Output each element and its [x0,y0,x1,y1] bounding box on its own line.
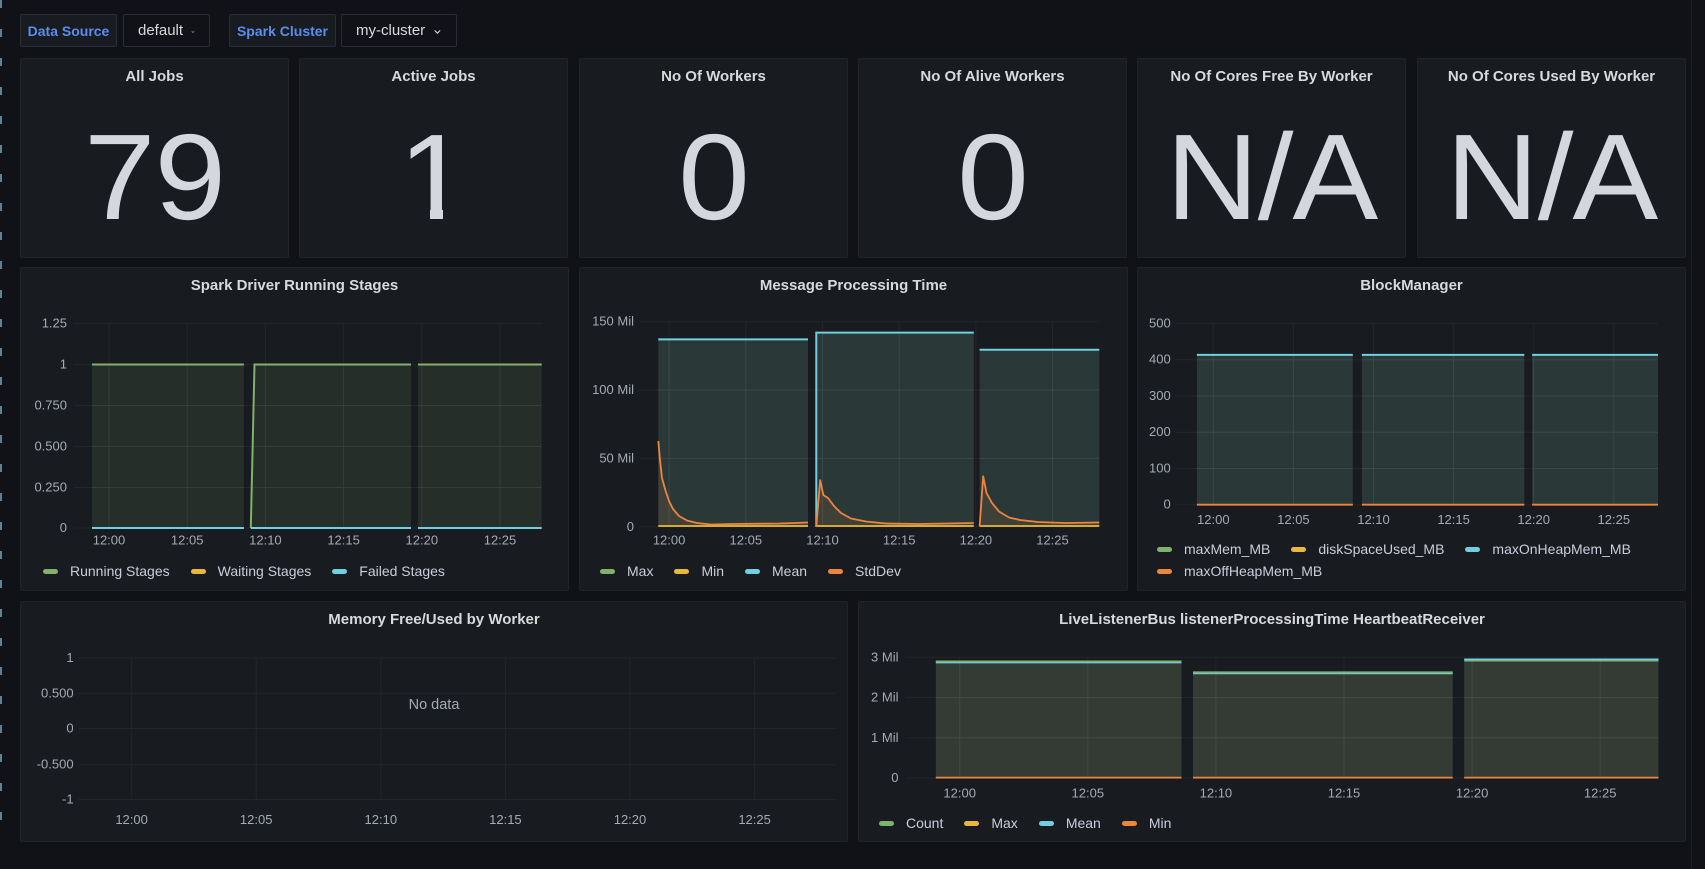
svg-text:12:10: 12:10 [1357,512,1390,527]
svg-text:12:10: 12:10 [365,812,398,827]
svg-text:12:00: 12:00 [653,533,686,548]
svg-text:500: 500 [1149,315,1171,330]
svg-text:12:00: 12:00 [93,533,126,548]
svg-text:12:05: 12:05 [730,533,763,548]
svg-text:0: 0 [1163,497,1170,512]
svg-text:No data: No data [409,697,461,713]
svg-text:0: 0 [60,520,67,535]
svg-text:12:05: 12:05 [1277,512,1310,527]
svg-text:1.25: 1.25 [42,316,67,331]
svg-text:12:15: 12:15 [1437,512,1470,527]
svg-text:200: 200 [1149,424,1171,439]
svg-text:100: 100 [1149,461,1171,476]
svg-text:12:15: 12:15 [883,533,916,548]
svg-text:0.250: 0.250 [34,480,67,495]
svg-text:-0.500: -0.500 [37,757,74,772]
svg-text:1: 1 [60,357,67,372]
svg-text:50 Mil: 50 Mil [599,450,634,465]
svg-text:12:25: 12:25 [484,533,517,548]
svg-text:12:20: 12:20 [1456,785,1489,800]
svg-text:12:15: 12:15 [1328,785,1361,800]
svg-text:0: 0 [627,519,634,534]
svg-text:12:00: 12:00 [1197,512,1230,527]
svg-text:0.500: 0.500 [41,685,74,700]
svg-text:12:20: 12:20 [406,533,439,548]
svg-text:12:10: 12:10 [1200,785,1233,800]
svg-text:-1: -1 [62,792,74,807]
svg-text:12:20: 12:20 [960,533,993,548]
svg-text:2 Mil: 2 Mil [871,690,899,705]
svg-text:12:05: 12:05 [171,533,204,548]
svg-text:12:25: 12:25 [1584,785,1617,800]
svg-text:12:10: 12:10 [806,533,839,548]
svg-text:12:25: 12:25 [1036,533,1069,548]
svg-text:1: 1 [66,650,73,665]
svg-text:12:00: 12:00 [943,785,976,800]
svg-text:12:15: 12:15 [327,533,360,548]
svg-text:12:00: 12:00 [115,812,148,827]
svg-text:0: 0 [66,721,73,736]
svg-text:0: 0 [891,770,898,785]
svg-text:12:05: 12:05 [1072,785,1105,800]
svg-text:3 Mil: 3 Mil [871,649,899,664]
svg-text:12:20: 12:20 [1517,512,1550,527]
svg-text:300: 300 [1149,388,1171,403]
svg-text:0.750: 0.750 [34,398,67,413]
svg-text:12:10: 12:10 [249,533,282,548]
svg-text:100 Mil: 100 Mil [592,382,634,397]
svg-text:400: 400 [1149,352,1171,367]
svg-text:1 Mil: 1 Mil [871,730,899,745]
svg-text:12:20: 12:20 [614,812,647,827]
svg-text:12:25: 12:25 [738,812,771,827]
svg-text:0.500: 0.500 [34,439,67,454]
svg-text:12:15: 12:15 [489,812,522,827]
svg-text:12:25: 12:25 [1598,512,1631,527]
svg-text:12:05: 12:05 [240,812,273,827]
svg-text:150 Mil: 150 Mil [592,314,634,329]
